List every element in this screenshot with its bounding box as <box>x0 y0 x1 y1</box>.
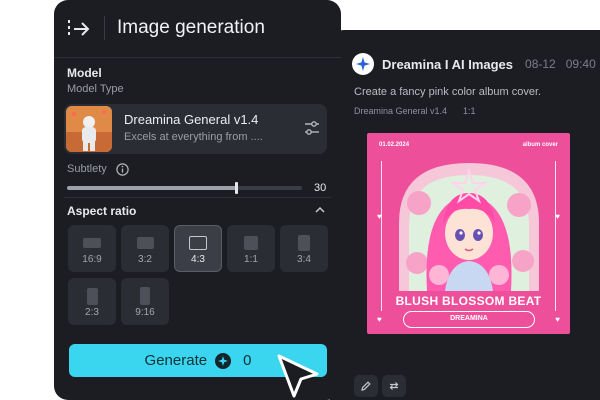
pointer-cursor-icon <box>277 354 319 398</box>
credits-icon <box>215 352 232 369</box>
model-selector[interactable]: Dreamina General v1.4 Excels at everythi… <box>64 104 327 154</box>
chat-time: 09:40 <box>565 57 596 71</box>
meta-row: Dreamina General v1.4 1:1 <box>354 106 476 116</box>
heart-icon: ♥ <box>377 212 382 221</box>
app-stage: Dreamina I AI Images 08-12 09:40 Create … <box>0 0 600 400</box>
album-label: album cover <box>522 142 558 148</box>
model-type-label: Model Type <box>67 83 124 95</box>
subtlety-slider-fill <box>67 186 237 190</box>
settings-sliders-icon[interactable] <box>303 119 321 137</box>
model-thumbnail <box>66 106 112 152</box>
header-divider <box>104 16 105 40</box>
heart-icon: ♥ <box>555 315 560 324</box>
generate-credit-count: 0 <box>243 352 252 369</box>
aspect-ratio-option-label: 4:3 <box>191 254 205 265</box>
aspect-ratio-option-label: 2:3 <box>85 307 99 318</box>
aspect-ratio-option-label: 16:9 <box>82 254 102 265</box>
chat-panel: Dreamina I AI Images 08-12 09:40 Create … <box>330 30 600 400</box>
album-left-line <box>381 161 382 311</box>
generated-album-image[interactable]: 01.02.2024 album cover ♥ ♥ ♥ ♥ BLUSH BLO… <box>367 133 570 334</box>
edit-icon <box>361 381 371 391</box>
dreamina-logo-icon <box>352 53 374 75</box>
settings-panel: Image generation Model Model Type Dreami… <box>54 0 341 400</box>
aspect-ratio-shape-icon <box>83 238 101 248</box>
aspect-ratio-option-label: 1:1 <box>244 254 258 265</box>
subtlety-label: Subtlety <box>67 163 107 175</box>
model-name: Dreamina General v1.4 <box>124 112 259 127</box>
aspect-ratio-option-4-3[interactable]: 4:3 <box>174 225 222 272</box>
heart-icon: ♥ <box>555 212 560 221</box>
info-icon[interactable] <box>116 163 129 176</box>
regenerate-icon <box>389 382 399 390</box>
aspect-ratio-option-label: 9:16 <box>135 307 155 318</box>
aspect-ratio-option-3-2[interactable]: 3:2 <box>121 225 169 272</box>
album-date: 01.02.2024 <box>379 142 410 148</box>
aspect-ratio-shape-icon <box>140 287 150 305</box>
panel-header: Image generation <box>54 0 341 58</box>
album-right-line <box>555 161 556 311</box>
collapse-sidebar-icon[interactable] <box>66 17 92 41</box>
prompt-text: Create a fancy pink color album cover. <box>354 86 542 98</box>
subtlety-value: 30 <box>314 182 327 194</box>
aspect-ratio-option-label: 3:2 <box>138 254 152 265</box>
aspect-ratio-shape-icon <box>298 235 310 251</box>
aspect-ratio-option-9-16[interactable]: 9:16 <box>121 278 169 325</box>
ratio-tag: 1:1 <box>463 106 476 116</box>
heart-icon: ♥ <box>377 315 382 324</box>
aspect-ratio-shape-icon <box>244 236 258 250</box>
aspect-ratio-shape-icon <box>189 236 207 250</box>
aspect-ratio-shape-icon <box>136 237 154 249</box>
panel-title: Image generation <box>117 17 265 38</box>
aspect-ratio-option-1-1[interactable]: 1:1 <box>227 225 275 272</box>
model-tag: Dreamina General v1.4 <box>354 106 448 116</box>
aspect-ratio-option-label: 3:4 <box>297 254 311 265</box>
aspect-ratio-label: Aspect ratio <box>67 204 137 218</box>
chat-date: 08-12 <box>525 57 556 71</box>
aspect-ratio-option-3-4[interactable]: 3:4 <box>280 225 328 272</box>
chevron-up-icon[interactable] <box>314 205 326 215</box>
subtlety-slider-thumb[interactable] <box>235 182 239 194</box>
aspect-ratio-option-2-3[interactable]: 2:3 <box>68 278 116 325</box>
section-divider <box>64 197 331 198</box>
generate-label: Generate <box>144 352 208 369</box>
aspect-ratio-shape-icon <box>86 287 98 305</box>
chat-title: Dreamina I AI Images <box>382 56 514 72</box>
aspect-ratio-grid: 16:9 3:2 4:3 1:1 3:4 2:3 9:16 <box>68 225 330 325</box>
album-artist-pill: DREAMINA <box>403 311 535 328</box>
aspect-ratio-option-16-9[interactable]: 16:9 <box>68 225 116 272</box>
model-section-label: Model <box>67 66 102 80</box>
edit-button[interactable] <box>354 375 378 397</box>
album-illustration <box>399 163 539 291</box>
chat-header: Dreamina I AI Images 08-12 09:40 <box>352 52 600 76</box>
album-name: BLUSH BLOSSOM BEAT <box>395 294 542 308</box>
model-description: Excels at everything from .... <box>124 131 263 143</box>
regenerate-button[interactable] <box>382 375 406 397</box>
subtlety-slider[interactable] <box>67 182 302 194</box>
